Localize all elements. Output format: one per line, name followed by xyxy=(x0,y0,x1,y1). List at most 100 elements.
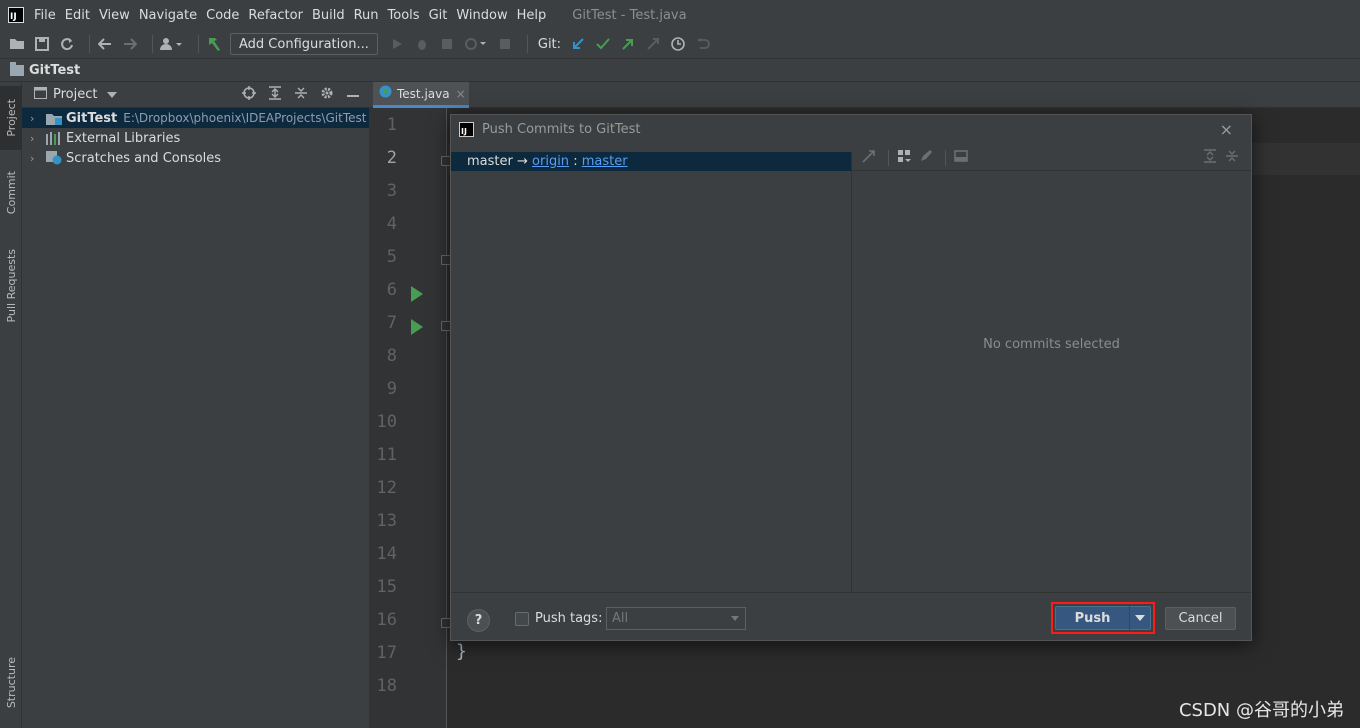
edit-icon[interactable] xyxy=(917,149,935,167)
toolbar-separator xyxy=(198,35,199,53)
menu-refactor[interactable]: Refactor xyxy=(248,8,303,23)
dialog-title-bar: IJ Push Commits to GitTest × xyxy=(451,115,1251,143)
compare-icon[interactable] xyxy=(860,149,878,167)
chevron-down-icon[interactable] xyxy=(107,87,118,102)
expand-all-icon[interactable] xyxy=(265,85,285,104)
menu-tools[interactable]: Tools xyxy=(388,8,420,23)
collapse-all-icon[interactable] xyxy=(291,86,311,104)
run-gutter-icon[interactable] xyxy=(411,286,423,302)
line-number: 8 xyxy=(386,346,397,366)
back-icon[interactable] xyxy=(96,35,114,53)
push-options-dropdown[interactable] xyxy=(1130,615,1150,621)
git-push-icon[interactable] xyxy=(619,35,637,53)
tree-item-label: Scratches and Consoles xyxy=(66,150,222,166)
line-number: 9 xyxy=(386,379,397,399)
open-folder-icon[interactable] xyxy=(8,35,26,53)
line-number: 4 xyxy=(386,214,397,234)
menu-window[interactable]: Window xyxy=(456,8,507,23)
folder-icon xyxy=(10,61,24,76)
sync-icon[interactable] xyxy=(58,35,76,53)
chevron-right-icon[interactable]: › xyxy=(30,112,44,125)
line-number: 1 xyxy=(386,115,397,135)
menu-help[interactable]: Help xyxy=(517,8,547,23)
project-view-icon xyxy=(34,86,47,103)
run-icon[interactable] xyxy=(388,35,406,53)
close-icon[interactable]: × xyxy=(456,87,466,101)
chevron-right-icon[interactable]: › xyxy=(30,132,44,145)
push-tree-pane: master → origin : master xyxy=(451,152,852,592)
debug-icon[interactable] xyxy=(413,35,431,53)
hide-panel-icon[interactable] xyxy=(343,87,363,102)
user-icon[interactable] xyxy=(159,35,185,53)
menu-navigate[interactable]: Navigate xyxy=(139,8,197,23)
tool-tab-project[interactable]: Project xyxy=(0,86,22,150)
menu-git[interactable]: Git xyxy=(429,8,448,23)
tree-item-external-libraries[interactable]: › External Libraries xyxy=(22,128,369,148)
git-compare-icon[interactable] xyxy=(644,35,662,53)
chevron-right-icon[interactable]: › xyxy=(30,152,44,165)
cancel-button[interactable]: Cancel xyxy=(1165,607,1236,630)
push-commits-dialog: IJ Push Commits to GitTest × master → or… xyxy=(450,114,1252,641)
branch-separator: : xyxy=(573,154,578,169)
menu-code[interactable]: Code xyxy=(206,8,239,23)
tool-tab-commit[interactable]: Commit xyxy=(0,162,22,224)
line-number: 16 xyxy=(376,610,397,630)
expand-all-icon[interactable] xyxy=(1201,148,1219,167)
group-by-icon[interactable] xyxy=(895,149,913,167)
push-tags-checkbox[interactable] xyxy=(515,612,529,626)
save-icon[interactable] xyxy=(33,35,51,53)
run-gutter-icon[interactable] xyxy=(411,319,423,335)
git-commit-icon[interactable] xyxy=(594,35,612,53)
profile-icon[interactable] xyxy=(463,35,489,53)
build-hammer-icon[interactable] xyxy=(205,35,223,53)
project-panel-title[interactable]: Project xyxy=(53,87,97,102)
push-tags-select[interactable]: All xyxy=(606,607,746,630)
arrow-right-icon: → xyxy=(516,154,528,169)
window-title: GitTest - Test.java xyxy=(572,7,687,23)
gear-icon[interactable] xyxy=(317,86,337,104)
line-number: 11 xyxy=(376,445,397,465)
editor-tab-bar: Test.java × xyxy=(369,82,1360,108)
push-button-label: Push xyxy=(1074,610,1111,626)
collapse-all-icon[interactable] xyxy=(1223,149,1241,167)
locate-icon[interactable] xyxy=(239,85,259,104)
tree-item-scratches[interactable]: › Scratches and Consoles xyxy=(22,148,369,168)
remote-link[interactable]: origin xyxy=(532,154,569,169)
line-number: 17 xyxy=(376,643,397,663)
line-number: 10 xyxy=(376,412,397,432)
history-icon[interactable] xyxy=(669,35,687,53)
branch-row[interactable]: master → origin : master xyxy=(451,152,851,171)
close-icon[interactable]: × xyxy=(1220,120,1233,139)
project-panel: Project › GitTest E:\Dropbox\phoenix\IDE… xyxy=(22,82,369,728)
menu-file[interactable]: File xyxy=(34,8,56,23)
libraries-icon xyxy=(46,131,62,145)
menu-edit[interactable]: Edit xyxy=(65,8,90,23)
tool-tab-structure[interactable]: Structure xyxy=(0,648,22,718)
no-commits-message: No commits selected xyxy=(983,337,1120,352)
add-configuration-button[interactable]: Add Configuration... xyxy=(230,33,378,55)
commit-details-pane: No commits selected xyxy=(852,145,1251,592)
tree-item-label: External Libraries xyxy=(66,130,181,146)
tool-tab-pull-requests[interactable]: Pull Requests xyxy=(0,236,22,336)
git-update-icon[interactable] xyxy=(569,35,587,53)
coverage-icon[interactable] xyxy=(438,35,456,53)
tree-item-gittest[interactable]: › GitTest E:\Dropbox\phoenix\IDEAProject… xyxy=(22,108,369,128)
preview-icon[interactable] xyxy=(952,149,970,167)
help-button[interactable]: ? xyxy=(467,609,490,632)
tab-test-java[interactable]: Test.java × xyxy=(373,82,469,108)
intellij-logo-icon: IJ xyxy=(459,121,474,137)
editor-gutter: 1 2 3 4 5 6 7 8 9 10 11 12 13 14 15 16 17 18 xyxy=(369,108,451,728)
stop-icon[interactable] xyxy=(496,35,514,53)
line-number: 14 xyxy=(376,544,397,564)
local-branch: master xyxy=(467,154,513,169)
toolbar-separator xyxy=(888,149,889,166)
breadcrumb-project[interactable]: GitTest xyxy=(29,63,80,78)
forward-icon[interactable] xyxy=(121,35,139,53)
menu-run[interactable]: Run xyxy=(354,8,379,23)
push-button[interactable]: Push xyxy=(1055,606,1151,630)
menu-build[interactable]: Build xyxy=(312,8,345,23)
remote-branch-link[interactable]: master xyxy=(582,154,628,169)
rollback-icon[interactable] xyxy=(694,35,712,53)
java-class-icon xyxy=(379,85,392,102)
menu-view[interactable]: View xyxy=(99,8,130,23)
